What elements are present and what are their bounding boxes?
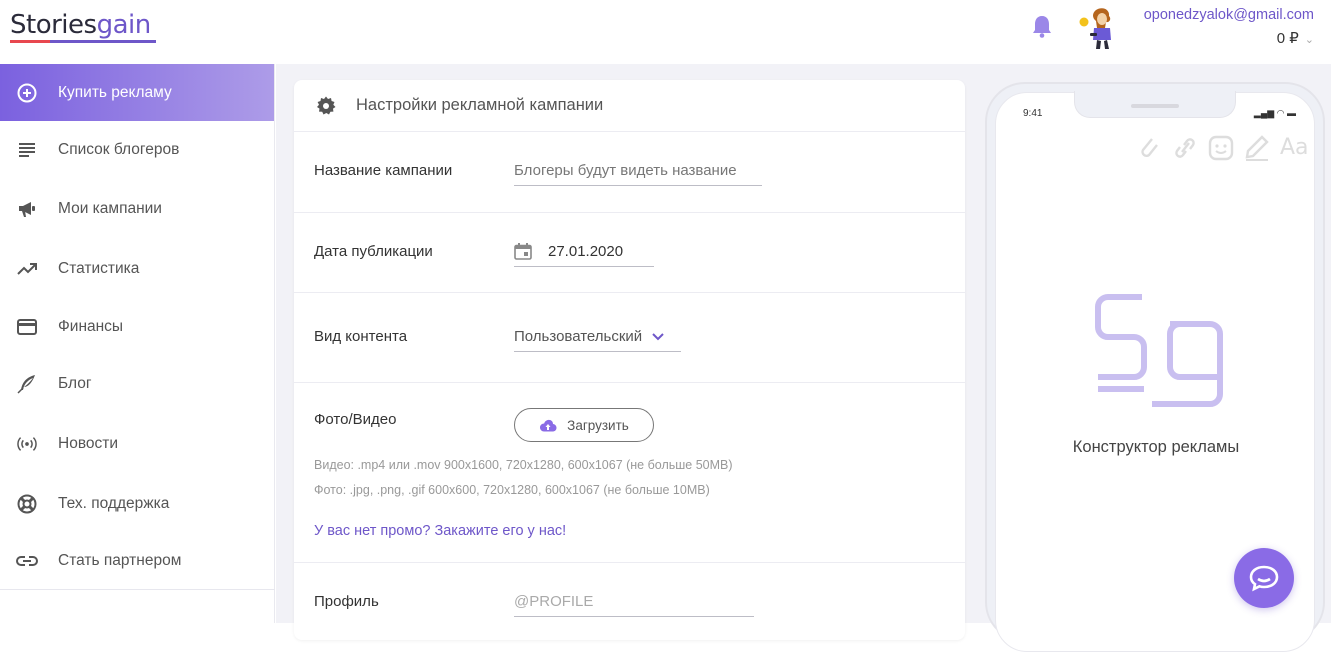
balance-dropdown[interactable]: 0 ₽ ⌄ — [1277, 29, 1314, 47]
credit-card-icon — [16, 316, 38, 338]
content-type-row: Вид контента Пользовательский — [294, 293, 965, 383]
megaphone-icon — [16, 198, 38, 220]
logo-text: Storiesgain — [10, 10, 151, 40]
bell-icon[interactable] — [1031, 14, 1053, 38]
main-content: Настройки рекламной кампании Название ка… — [276, 64, 1331, 652]
cloud-upload-icon — [539, 419, 557, 432]
sidebar-item-blog[interactable]: Блог — [0, 355, 274, 413]
phone-notch — [1074, 91, 1236, 118]
sidebar-item-statistics[interactable]: Статистика — [0, 240, 274, 298]
sidebar-item-campaigns[interactable]: Мои кампании — [0, 178, 274, 240]
profile-input[interactable]: @PROFILE — [514, 593, 754, 617]
sidebar-item-support[interactable]: Тех. поддержка — [0, 475, 274, 532]
sidebar-item-finance[interactable]: Финансы — [0, 298, 274, 355]
upload-label: Загрузить — [567, 417, 629, 433]
sidebar-item-news[interactable]: Новости — [0, 413, 274, 475]
card-header: Настройки рекламной кампании — [294, 80, 965, 132]
campaign-settings-card: Настройки рекламной кампании Название ка… — [294, 80, 965, 640]
sidebar-item-label: Список блогеров — [58, 140, 180, 158]
publish-date-row: Дата публикации 27.01.2020 — [294, 213, 965, 293]
avatar[interactable] — [1076, 6, 1118, 50]
campaign-name-input[interactable]: Блогеры будут видеть название — [514, 162, 762, 186]
trending-up-icon — [16, 258, 38, 280]
editor-toolbar: Aa — [1136, 135, 1309, 167]
sidebar-item-label: Новости — [58, 435, 119, 452]
media-label: Фото/Видео — [314, 411, 397, 428]
sidebar-item-label: Статистика — [58, 260, 140, 277]
lifebuoy-icon — [16, 493, 38, 515]
content-type-value: Пользовательский — [514, 328, 643, 345]
content-type-label: Вид контента — [314, 328, 408, 345]
campaign-name-label: Название кампании — [314, 162, 453, 179]
sidebar-item-label: Финансы — [58, 317, 124, 335]
calendar-icon — [514, 243, 532, 260]
chevron-down-icon: ⌄ — [1304, 34, 1314, 46]
card-title: Настройки рекламной кампании — [356, 96, 604, 114]
link-tool-icon[interactable] — [1172, 135, 1198, 167]
broadcast-icon — [16, 433, 38, 455]
logo-underline — [10, 40, 156, 43]
sidebar-item-label: Купить рекламу — [58, 83, 172, 101]
publish-date-input[interactable]: 27.01.2020 — [514, 243, 654, 267]
pen-icon[interactable] — [1244, 135, 1270, 167]
sticker-icon[interactable] — [1208, 135, 1234, 167]
phone-time: 9:41 — [1023, 108, 1043, 119]
sidebar-item-buy-ads[interactable]: Купить рекламу — [0, 64, 274, 121]
chevron-down-icon — [652, 332, 664, 341]
publish-date-label: Дата публикации — [314, 243, 433, 260]
sidebar-item-partner[interactable]: Стать партнером — [0, 532, 274, 589]
top-bar: Storiesgain oponedzyalok@gmail.com 0 ₽ ⌄ — [0, 0, 1331, 64]
upload-button[interactable]: Загрузить — [514, 408, 654, 442]
sidebar-divider — [0, 589, 275, 590]
balance-value: 0 ₽ — [1276, 30, 1299, 47]
order-promo-link[interactable]: У вас нет промо? Закажите его у нас! — [314, 523, 566, 539]
content-type-select[interactable]: Пользовательский — [514, 328, 681, 352]
chat-button[interactable] — [1234, 548, 1294, 608]
chat-bubbles-icon — [1248, 564, 1280, 592]
list-icon — [16, 139, 38, 161]
paperclip-icon[interactable] — [1136, 135, 1162, 167]
sidebar-item-label: Тех. поддержка — [58, 494, 170, 512]
sidebar: Купить рекламу Список блогеров Мои кампа… — [0, 64, 275, 623]
sg-logo — [1092, 289, 1228, 409]
campaign-name-row: Название кампании Блогеры будут видеть н… — [294, 132, 965, 213]
gear-icon — [316, 96, 336, 116]
user-email[interactable]: oponedzyalok@gmail.com — [1144, 7, 1314, 23]
photo-format-hint: Фото: .jpg, .png, .gif 600x600, 720x1280… — [314, 483, 710, 497]
sidebar-item-bloggers[interactable]: Список блогеров — [0, 121, 274, 178]
profile-label: Профиль — [314, 593, 379, 610]
text-tool-icon[interactable]: Aa — [1280, 135, 1309, 167]
feather-icon — [16, 373, 38, 395]
video-format-hint: Видео: .mp4 или .mov 900x1600, 720x1280,… — [314, 458, 733, 472]
sidebar-item-label: Блог — [58, 375, 92, 392]
constructor-label: Конструктор рекламы — [1072, 438, 1240, 456]
sidebar-item-label: Мои кампании — [58, 200, 162, 217]
media-row: Фото/Видео Загрузить Видео: .mp4 или .mo… — [294, 383, 965, 563]
sidebar-item-label: Стать партнером — [58, 551, 182, 569]
plus-circle-icon — [16, 82, 38, 104]
phone-status-icons: ▂▄▆ ◠ ▬ — [1253, 108, 1296, 118]
link-icon — [16, 550, 38, 572]
publish-date-value: 27.01.2020 — [548, 243, 624, 260]
